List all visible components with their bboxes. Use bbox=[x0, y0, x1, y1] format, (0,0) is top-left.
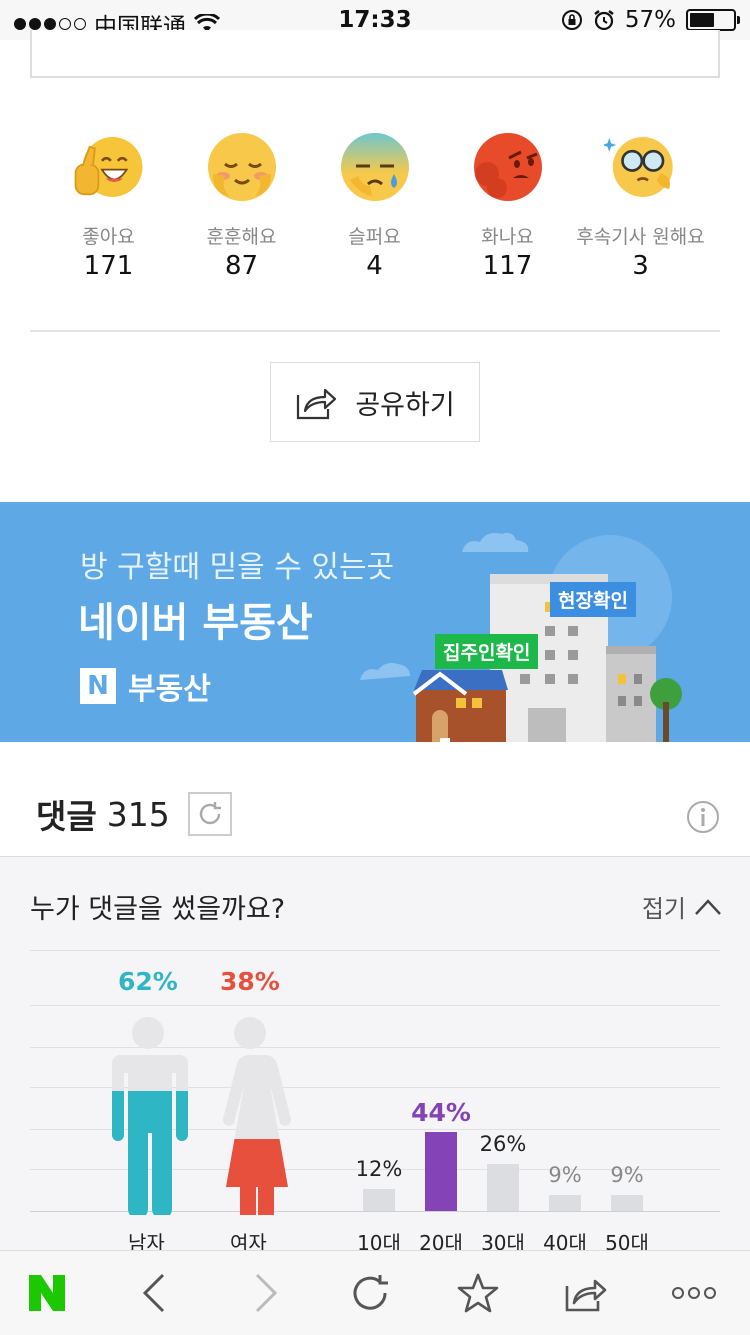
reaction-label: 슬퍼요 bbox=[348, 226, 401, 248]
share-toolbar-button[interactable] bbox=[564, 1271, 608, 1315]
stats-question: 누가 댓글을 썼을까요? bbox=[30, 894, 286, 925]
reaction-count: 171 bbox=[83, 251, 134, 281]
age-bar bbox=[611, 1195, 643, 1211]
reaction-count: 4 bbox=[366, 251, 383, 281]
rotation-lock-icon bbox=[561, 10, 582, 30]
reaction-like[interactable]: 좋아요 171 bbox=[42, 130, 175, 281]
banner-tag-onsite: 현장확인 bbox=[550, 582, 636, 617]
sad-tear-icon bbox=[340, 133, 409, 201]
real-estate-banner[interactable]: 방 구할때 믿을 수 있는곳 네이버 부동산 N 부동산 현장확인 집주인확인 bbox=[0, 502, 750, 742]
alarm-icon bbox=[594, 10, 614, 31]
reaction-warm[interactable]: 훈훈해요 87 bbox=[175, 130, 308, 281]
reaction-label: 후속기사 원해요 bbox=[576, 226, 705, 248]
reaction-bar: 좋아요 171 훈훈해요 87 슬퍼요 4 화나요 117 후속기사 원해요 3 bbox=[42, 130, 742, 281]
female-figure-icon bbox=[222, 1017, 292, 1215]
share-icon bbox=[565, 1279, 607, 1312]
battery-icon bbox=[686, 9, 740, 31]
comment-count: 315 bbox=[106, 794, 170, 834]
banner-subtitle: 방 구할때 믿을 수 있는곳 bbox=[80, 550, 395, 585]
banner-tag-owner: 집주인확인 bbox=[435, 634, 539, 669]
reload-icon bbox=[353, 1275, 388, 1310]
age-percent-label: 9% bbox=[548, 1163, 582, 1187]
browser-toolbar bbox=[0, 1250, 750, 1335]
share-button[interactable]: 공유하기 bbox=[270, 362, 480, 442]
glasses-face-icon bbox=[601, 137, 673, 197]
reaction-count: 87 bbox=[224, 251, 259, 281]
reaction-count: 117 bbox=[482, 251, 533, 281]
male-percent: 62% bbox=[118, 967, 178, 996]
article-end-box bbox=[30, 30, 720, 78]
female-percent: 38% bbox=[220, 967, 280, 996]
more-icon bbox=[672, 1287, 716, 1299]
divider bbox=[30, 330, 720, 332]
age-bar bbox=[549, 1195, 581, 1211]
fold-label: 접기 bbox=[641, 895, 686, 923]
thumbs-up-smile-icon bbox=[74, 137, 142, 197]
naver-logo-icon: N bbox=[80, 668, 116, 704]
reaction-count: 3 bbox=[632, 251, 649, 281]
forward-icon bbox=[255, 1273, 278, 1313]
grid-line bbox=[30, 1005, 720, 1006]
reaction-label: 좋아요 bbox=[82, 226, 135, 248]
reload-button[interactable] bbox=[349, 1271, 393, 1315]
male-figure-icon bbox=[112, 1017, 188, 1215]
comment-refresh-button[interactable] bbox=[187, 792, 232, 836]
age-percent-label: 26% bbox=[479, 1132, 527, 1156]
comment-header: 댓글 315 bbox=[36, 790, 232, 838]
commenter-stats-panel: 누가 댓글을 썼을까요? 접기 62% 38% 남자 여자 12% 10대 44… bbox=[0, 856, 750, 1280]
more-button[interactable] bbox=[672, 1271, 716, 1315]
age-percent-label: 44% bbox=[411, 1098, 471, 1127]
grid-line bbox=[30, 950, 720, 951]
reaction-follow-up[interactable]: 후속기사 원해요 3 bbox=[574, 130, 707, 281]
reaction-label: 화나요 bbox=[481, 226, 534, 248]
angry-face-icon bbox=[473, 133, 542, 201]
warm-smile-icon bbox=[207, 133, 276, 201]
age-percent-label: 9% bbox=[610, 1163, 644, 1187]
refresh-icon bbox=[199, 802, 221, 825]
age-bar bbox=[363, 1189, 395, 1211]
age-percent-label: 12% bbox=[355, 1157, 403, 1181]
forward-button[interactable] bbox=[244, 1271, 288, 1315]
age-bar bbox=[487, 1164, 519, 1211]
naver-home-icon bbox=[29, 1275, 65, 1311]
age-bar bbox=[425, 1132, 457, 1211]
back-icon bbox=[142, 1273, 165, 1313]
back-button[interactable] bbox=[132, 1271, 176, 1315]
share-icon bbox=[297, 388, 337, 420]
chevron-up-icon bbox=[695, 898, 721, 915]
comment-label: 댓글 bbox=[36, 797, 97, 836]
info-icon[interactable] bbox=[686, 800, 720, 834]
banner-title: 네이버 부동산 bbox=[78, 600, 313, 646]
bookmark-star-icon bbox=[457, 1273, 499, 1313]
reaction-label: 훈훈해요 bbox=[206, 226, 277, 248]
share-label: 공유하기 bbox=[355, 389, 455, 421]
reaction-sad[interactable]: 슬퍼요 4 bbox=[308, 130, 441, 281]
banner-logo-text: 부동산 bbox=[128, 672, 211, 707]
naver-home-button[interactable] bbox=[25, 1271, 69, 1315]
reaction-angry[interactable]: 화나요 117 bbox=[441, 130, 574, 281]
banner-logo: N 부동산 bbox=[80, 664, 211, 708]
bookmark-button[interactable] bbox=[456, 1271, 500, 1315]
fold-button[interactable]: 접기 bbox=[642, 889, 722, 924]
